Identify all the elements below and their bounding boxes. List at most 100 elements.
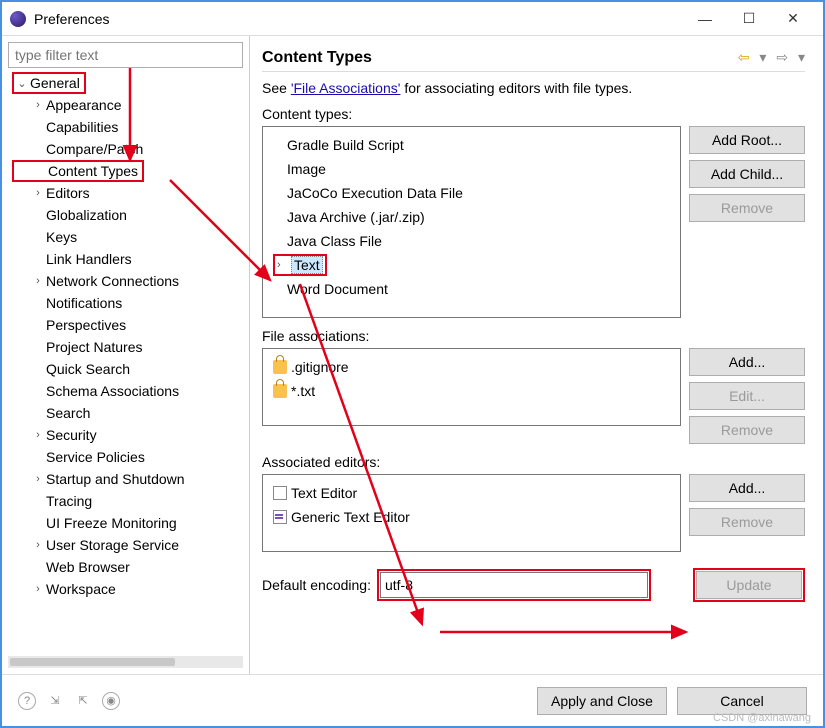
tree-item[interactable]: Project Natures — [12, 336, 243, 358]
tree-item[interactable]: ›Startup and Shutdown — [12, 468, 243, 490]
chevron-right-icon: › — [32, 429, 44, 441]
horizontal-scrollbar[interactable] — [8, 656, 243, 668]
chevron-right-icon: › — [32, 187, 44, 199]
list-item-label: Gradle Build Script — [287, 137, 404, 153]
nav-icons: ⇦ ▾ ⇨ ▾ — [732, 49, 805, 66]
tree-item[interactable]: Content Types — [12, 160, 144, 182]
add-root-button[interactable]: Add Root... — [689, 126, 805, 154]
list-item[interactable]: Word Document — [265, 277, 678, 301]
tree-item-label: Security — [46, 427, 97, 443]
back-icon[interactable]: ⇦ — [738, 49, 750, 65]
default-encoding-input[interactable] — [380, 572, 648, 598]
list-item[interactable]: .gitignore — [265, 355, 678, 379]
chevron-right-icon: › — [32, 583, 44, 595]
tree-item[interactable]: Capabilities — [12, 116, 243, 138]
tree-item-label: Compare/Patch — [46, 141, 143, 157]
tree-item[interactable]: Perspectives — [12, 314, 243, 336]
page-title: Content Types — [262, 49, 732, 67]
list-item[interactable]: *.txt — [265, 379, 678, 403]
oomph-icon[interactable]: ◉ — [102, 692, 120, 710]
forward-icon[interactable]: ⇨ — [776, 49, 788, 65]
tree-item[interactable]: Web Browser — [12, 556, 243, 578]
tree-item[interactable]: Keys — [12, 226, 243, 248]
add-child-button[interactable]: Add Child... — [689, 160, 805, 188]
tree-item[interactable]: ›User Storage Service — [12, 534, 243, 556]
editor-icon — [273, 486, 287, 500]
lock-icon — [273, 360, 287, 374]
tree-item[interactable]: Quick Search — [12, 358, 243, 380]
tree-item[interactable]: Link Handlers — [12, 248, 243, 270]
tree-item-label: Link Handlers — [46, 251, 132, 267]
tree-item-label: Tracing — [46, 493, 92, 509]
list-item[interactable]: Image — [265, 157, 678, 181]
associated-editors-label: Associated editors: — [262, 454, 805, 470]
tree-item[interactable]: Compare/Patch — [12, 138, 243, 160]
apply-and-close-button[interactable]: Apply and Close — [537, 687, 667, 715]
tree-item[interactable]: Globalization — [12, 204, 243, 226]
tree-item[interactable]: Search — [12, 402, 243, 424]
export-icon[interactable]: ⇱ — [74, 692, 92, 710]
watermark: CSDN @axinawang — [713, 712, 811, 724]
tree-item-label: General — [30, 75, 80, 91]
chevron-right-icon: › — [32, 539, 44, 551]
list-item-label: Word Document — [287, 281, 388, 297]
tree-item[interactable]: Tracing — [12, 490, 243, 512]
tree-item-label: Workspace — [46, 581, 116, 597]
tree-item[interactable]: Service Policies — [12, 446, 243, 468]
tree-item-label: Quick Search — [46, 361, 130, 377]
file-associations-list[interactable]: .gitignore*.txt — [262, 348, 681, 426]
content-types-label: Content types: — [262, 106, 805, 122]
default-encoding-label: Default encoding: — [262, 577, 371, 593]
tree-item-label: Editors — [46, 185, 90, 201]
tree-item[interactable]: ›Editors — [12, 182, 243, 204]
tree-item-label: Globalization — [46, 207, 127, 223]
cancel-button[interactable]: Cancel — [677, 687, 807, 715]
close-button[interactable]: ✕ — [771, 4, 815, 34]
tree-root-general[interactable]: ⌄ General — [12, 72, 86, 94]
associated-editors-list[interactable]: Text EditorGeneric Text Editor — [262, 474, 681, 552]
edit-file-assoc-button[interactable]: Edit... — [689, 382, 805, 410]
chevron-right-icon: › — [32, 99, 44, 111]
tree-item-label: Web Browser — [46, 559, 130, 575]
list-item[interactable]: Text Editor — [265, 481, 678, 505]
add-file-assoc-button[interactable]: Add... — [689, 348, 805, 376]
tree-item[interactable]: ›Appearance — [12, 94, 243, 116]
tree-item[interactable]: UI Freeze Monitoring — [12, 512, 243, 534]
preferences-icon — [10, 11, 26, 27]
content-types-list[interactable]: Gradle Build Script Image JaCoCo Execution… — [262, 126, 681, 318]
tree-item-label: Notifications — [46, 295, 122, 311]
tree-item[interactable]: ›Network Connections — [12, 270, 243, 292]
remove-file-assoc-button[interactable]: Remove — [689, 416, 805, 444]
add-editor-button[interactable]: Add... — [689, 474, 805, 502]
dialog-buttonbar: ? ⇲ ⇱ ◉ Apply and Close Cancel — [2, 674, 823, 726]
editor-icon — [273, 510, 287, 524]
remove-editor-button[interactable]: Remove — [689, 508, 805, 536]
list-item[interactable]: Java Archive (.jar/.zip) — [265, 205, 678, 229]
maximize-button[interactable]: ☐ — [727, 4, 771, 34]
tree-item[interactable]: ›Workspace — [12, 578, 243, 600]
titlebar: Preferences — ☐ ✕ — [2, 2, 823, 36]
tree-item-label: User Storage Service — [46, 537, 179, 553]
list-item-label: Java Archive (.jar/.zip) — [287, 209, 425, 225]
import-icon[interactable]: ⇲ — [46, 692, 64, 710]
list-item[interactable]: JaCoCo Execution Data File — [265, 181, 678, 205]
list-item[interactable]: Java Class File — [265, 229, 678, 253]
back-menu-icon[interactable]: ▾ — [759, 49, 766, 65]
tree-item[interactable]: Schema Associations — [12, 380, 243, 402]
window-title: Preferences — [34, 11, 683, 27]
forward-menu-icon[interactable]: ▾ — [798, 49, 805, 65]
list-item-label: Image — [287, 161, 326, 177]
preferences-tree[interactable]: ⌄ General ›AppearanceCapabilities Compare… — [8, 72, 243, 652]
file-associations-link[interactable]: 'File Associations' — [291, 80, 401, 96]
remove-content-type-button[interactable]: Remove — [689, 194, 805, 222]
tree-item[interactable]: Notifications — [12, 292, 243, 314]
list-item[interactable]: ›Text — [265, 253, 678, 277]
list-item[interactable]: Gradle Build Script — [265, 133, 678, 157]
update-encoding-button[interactable]: Update — [696, 571, 802, 599]
help-icon[interactable]: ? — [18, 692, 36, 710]
list-item[interactable]: Generic Text Editor — [265, 505, 678, 529]
preferences-tree-pane: ⌄ General ›AppearanceCapabilities Compare… — [2, 36, 250, 674]
tree-item[interactable]: ›Security — [12, 424, 243, 446]
minimize-button[interactable]: — — [683, 4, 727, 34]
filter-input[interactable] — [8, 42, 243, 68]
